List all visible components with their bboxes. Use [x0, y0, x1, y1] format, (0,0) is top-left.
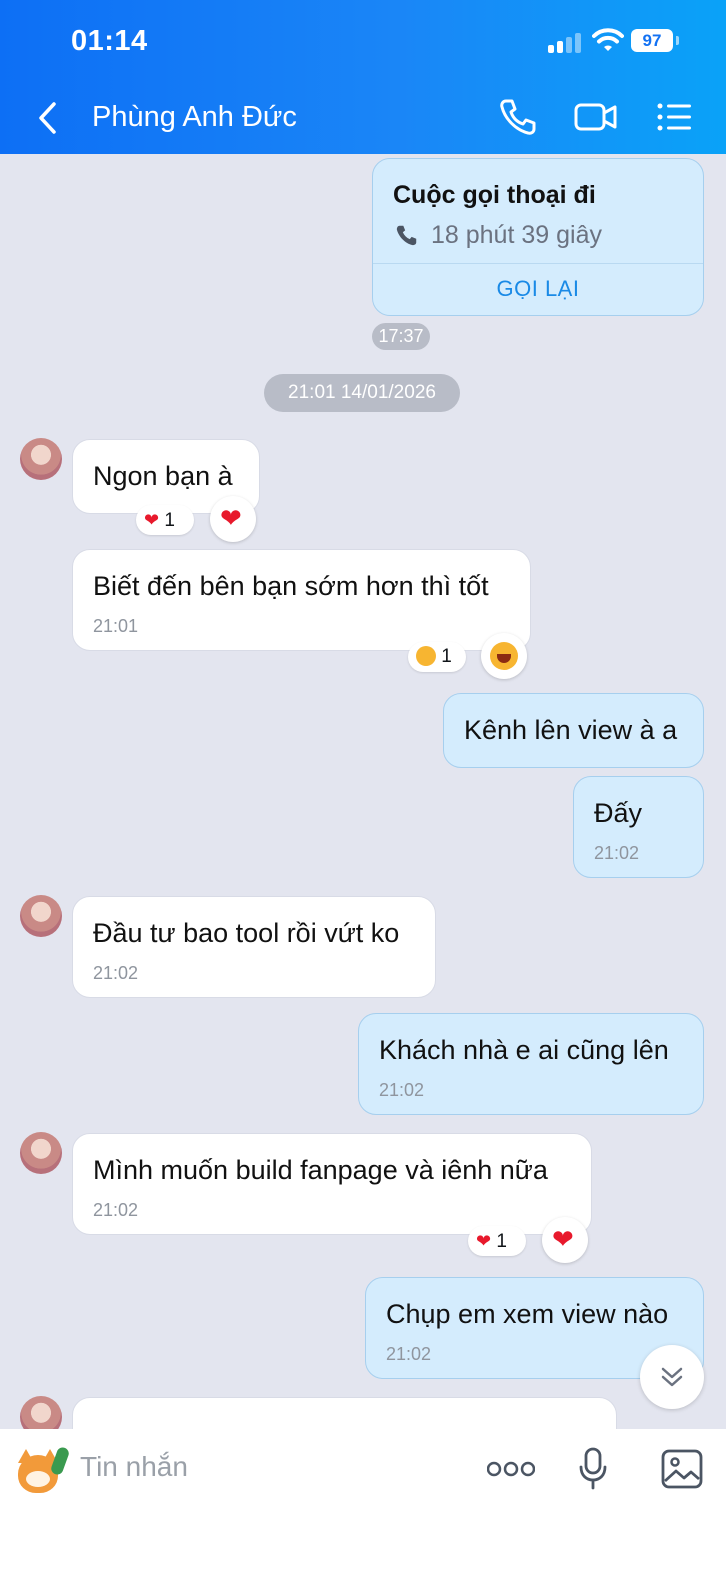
message-text: Đầu tư bao tool rồi vứt ko	[93, 918, 400, 948]
call-divider	[373, 263, 703, 264]
message-text: Khách nhà e ai cũng lên	[379, 1035, 669, 1065]
wifi-icon	[592, 28, 624, 51]
heart-reaction-button[interactable]: ❤	[542, 1217, 588, 1263]
chat-header: 01:14 97 Phùng Anh Đức	[0, 0, 726, 154]
reaction-count-value: 1	[496, 1231, 507, 1252]
more-dots-icon[interactable]	[487, 1459, 535, 1479]
heart-icon: ❤	[476, 1231, 492, 1251]
message-bubble-outgoing[interactable]: Đấy 21:02	[573, 776, 704, 878]
status-time: 01:14	[71, 25, 148, 57]
reaction-count[interactable]: ❤ 1	[136, 505, 194, 535]
call-title: Cuộc gọi thoại đi	[393, 181, 596, 209]
video-camera-icon[interactable]	[573, 96, 619, 138]
haha-reaction-button[interactable]	[481, 633, 527, 679]
call-time-badge: 17:37	[372, 323, 430, 350]
image-icon[interactable]	[661, 1449, 703, 1489]
heart-icon: ❤	[144, 510, 160, 530]
avatar[interactable]	[20, 438, 62, 480]
date-divider: 21:01 14/01/2026	[264, 374, 460, 412]
message-text: Ngon bạn à	[93, 461, 233, 491]
message-composer: Tin nhắn	[0, 1429, 726, 1571]
chevron-double-down-icon	[661, 1367, 683, 1387]
chevron-left-icon[interactable]	[34, 100, 64, 136]
message-text: Biết đến bên bạn sớm hơn thì tốt	[93, 571, 489, 601]
sticker-icon[interactable]	[14, 1445, 71, 1497]
phone-outgoing-icon	[396, 225, 417, 246]
message-time: 21:01	[93, 616, 139, 636]
message-bubble-incoming[interactable]: Mình muốn build fanpage và iênh nữa 21:0…	[72, 1133, 592, 1235]
laughing-face-icon	[416, 646, 436, 666]
phone-icon[interactable]	[497, 96, 539, 138]
message-text: Kênh lên view à a	[464, 715, 678, 745]
message-text: Chụp em xem view nào	[386, 1299, 669, 1329]
message-bubble-outgoing[interactable]: Khách nhà e ai cũng lên 21:02	[358, 1013, 704, 1115]
message-text: Mình muốn build fanpage và iênh nữa	[93, 1155, 548, 1185]
avatar[interactable]	[20, 895, 62, 937]
message-time: 21:02	[93, 963, 139, 983]
message-bubble-incoming[interactable]: Đầu tư bao tool rồi vứt ko 21:02	[72, 896, 436, 998]
reaction-count-value: 1	[441, 646, 452, 667]
message-bubble-outgoing[interactable]: Kênh lên view à a	[443, 693, 704, 768]
call-duration: 18 phút 39 giây	[431, 221, 602, 249]
heart-reaction-button[interactable]: ❤	[210, 496, 256, 542]
scroll-to-bottom-button[interactable]	[640, 1345, 704, 1409]
reaction-count-value: 1	[164, 510, 175, 531]
microphone-icon[interactable]	[578, 1447, 608, 1491]
message-time: 21:02	[379, 1080, 425, 1100]
avatar[interactable]	[20, 1132, 62, 1174]
cellular-signal-icon	[548, 33, 582, 53]
message-time: 21:02	[386, 1344, 432, 1364]
message-input[interactable]: Tin nhắn	[80, 1451, 188, 1483]
battery-indicator: 97	[631, 29, 673, 52]
list-menu-icon[interactable]	[654, 96, 696, 138]
heart-icon: ❤	[220, 503, 242, 533]
call-back-button[interactable]: GỌI LẠI	[373, 276, 703, 302]
message-time: 21:02	[93, 1200, 139, 1220]
heart-icon: ❤	[552, 1224, 574, 1254]
reaction-count[interactable]: 1	[408, 642, 466, 672]
reaction-count[interactable]: ❤ 1	[468, 1226, 526, 1256]
call-log-card: Cuộc gọi thoại đi 18 phút 39 giây GỌI LẠ…	[372, 158, 704, 316]
battery-tip	[676, 36, 679, 45]
message-bubble-incoming[interactable]: Biết đến bên bạn sớm hơn thì tốt 21:01	[72, 549, 531, 651]
message-time: 21:02	[594, 843, 640, 863]
message-text: Đấy	[594, 798, 643, 828]
contact-name[interactable]: Phùng Anh Đức	[92, 101, 297, 134]
